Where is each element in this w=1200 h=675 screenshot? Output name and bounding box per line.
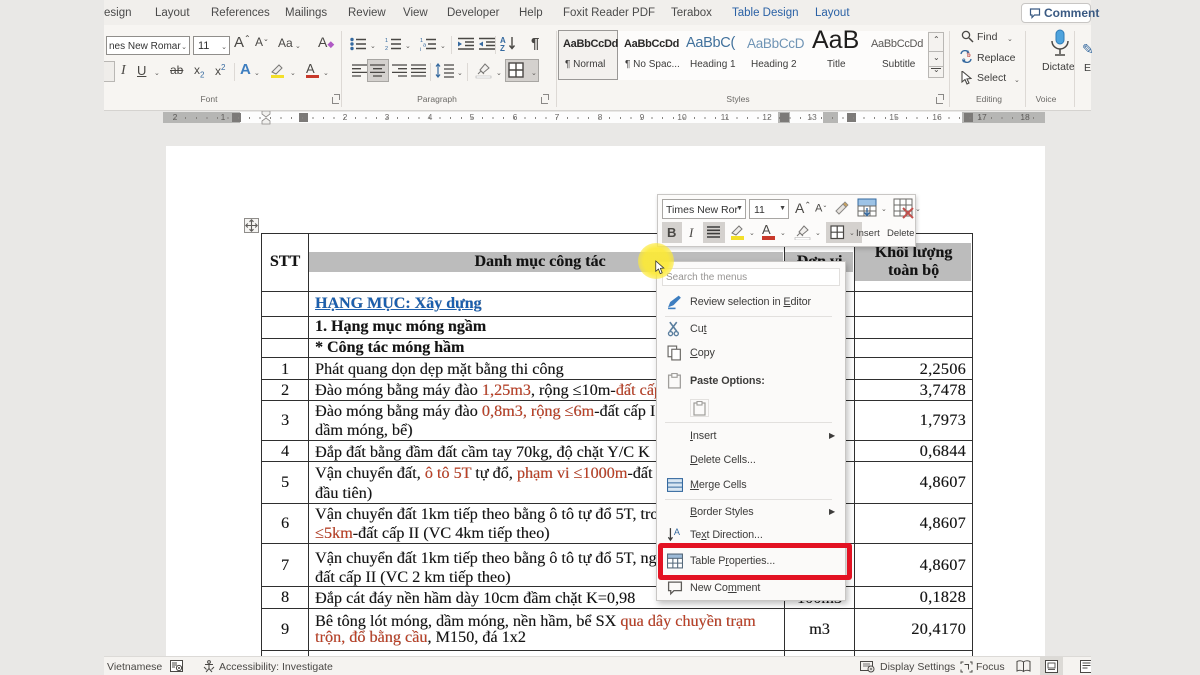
svg-text:2: 2 [385,46,388,51]
svg-text:1: 1 [385,38,388,44]
svg-text:a: a [423,43,427,49]
svg-text:Z: Z [500,44,505,52]
svg-text:i: i [420,47,421,51]
svg-text:b: b [967,53,971,59]
svg-text:A: A [674,527,681,537]
